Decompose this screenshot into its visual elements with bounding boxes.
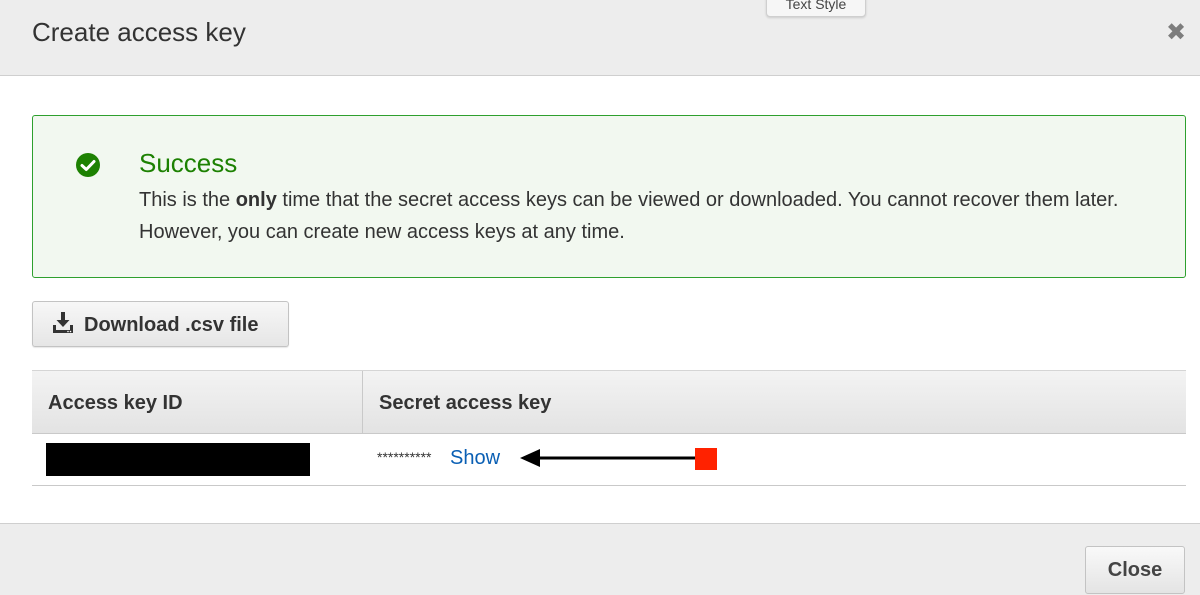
dialog-title: Create access key [32, 17, 246, 47]
success-title: Success [139, 148, 238, 178]
column-header-secret-access-key: Secret access key [379, 392, 552, 414]
redacted-access-key-id [46, 443, 310, 476]
show-secret-link[interactable]: Show [450, 446, 500, 470]
success-message-bold: only [235, 189, 277, 211]
success-message-post: time that the secret access keys can be … [139, 189, 1119, 243]
success-message-pre: This is the [139, 189, 236, 211]
dialog-header: Create access key Text Style ✖ [0, 0, 1200, 76]
download-button-label: Download .csv file [84, 314, 259, 336]
access-keys-table: Access key ID Secret access key ********… [32, 370, 1186, 486]
secret-key-masked: ********** [377, 449, 432, 465]
table-row: ********** Show [32, 434, 1186, 486]
close-icon[interactable]: ✖ [1166, 20, 1186, 46]
download-icon [53, 312, 73, 333]
success-alert: Success This is the only time that the s… [32, 115, 1186, 278]
download-csv-button[interactable]: Download .csv file [32, 301, 289, 347]
table-header-row: Access key ID Secret access key [32, 370, 1186, 434]
check-circle-icon [76, 153, 100, 177]
success-message: This is the only time that the secret ac… [139, 184, 1149, 248]
arrow-left-icon [520, 449, 698, 467]
close-button[interactable]: Close [1085, 546, 1185, 594]
text-style-tooltip: Text Style [766, 0, 866, 17]
annotation-marker [695, 448, 717, 470]
dialog-footer: Close [0, 523, 1200, 595]
column-header-access-key-id: Access key ID [32, 371, 363, 433]
